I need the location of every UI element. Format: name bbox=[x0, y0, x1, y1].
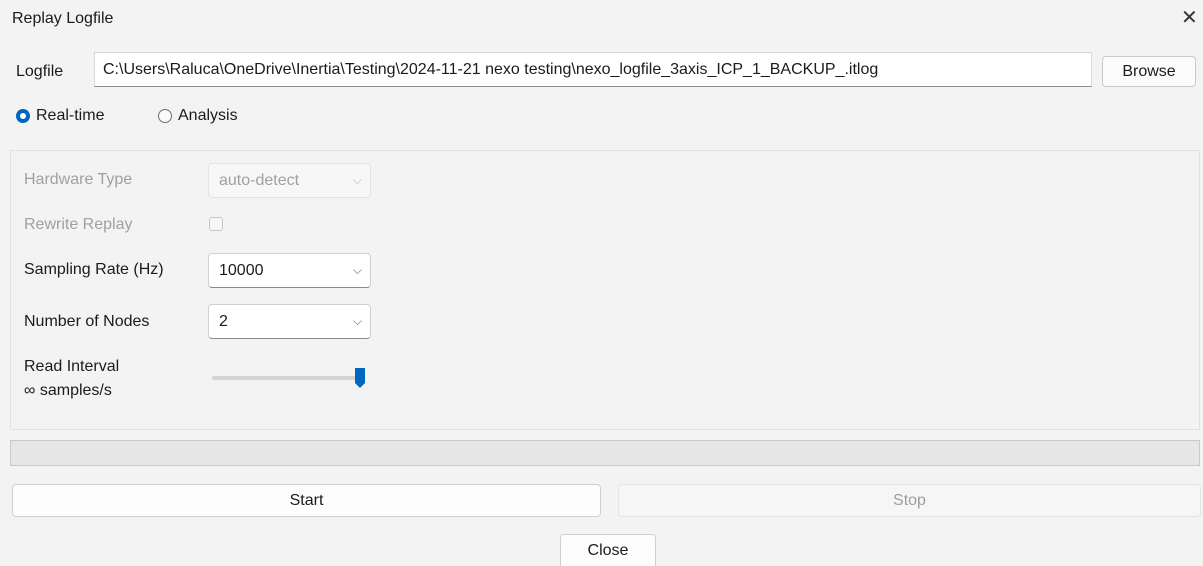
hardware-type-label: Hardware Type bbox=[24, 171, 133, 188]
radio-selected-icon bbox=[16, 109, 30, 123]
browse-button[interactable]: Browse bbox=[1102, 56, 1196, 87]
read-interval-label: Read Interval bbox=[24, 358, 120, 375]
radio-analysis-label: Analysis bbox=[178, 107, 238, 124]
read-interval-slider-track[interactable] bbox=[212, 376, 364, 380]
rewrite-replay-label: Rewrite Replay bbox=[24, 216, 133, 233]
sampling-rate-select[interactable]: 10000 ⌵ bbox=[208, 253, 371, 288]
close-button[interactable]: Close bbox=[560, 534, 656, 566]
chevron-down-icon: ⌵ bbox=[352, 173, 362, 187]
read-interval-value: ∞ samples/s bbox=[24, 382, 112, 399]
radio-analysis[interactable]: Analysis bbox=[158, 107, 238, 125]
number-of-nodes-label: Number of Nodes bbox=[24, 313, 150, 330]
start-button[interactable]: Start bbox=[12, 484, 601, 517]
radio-real-time-label: Real-time bbox=[36, 107, 105, 124]
rewrite-replay-checkbox[interactable] bbox=[209, 217, 223, 231]
logfile-label: Logfile bbox=[16, 63, 64, 80]
hardware-type-select[interactable]: auto-detect ⌵ bbox=[208, 163, 371, 198]
hardware-type-value: auto-detect bbox=[219, 172, 300, 189]
chevron-down-icon: ⌵ bbox=[352, 314, 362, 328]
sampling-rate-label: Sampling Rate (Hz) bbox=[24, 261, 164, 278]
read-interval-slider-thumb[interactable] bbox=[354, 367, 366, 389]
settings-panel bbox=[10, 150, 1200, 430]
sampling-rate-value: 10000 bbox=[219, 262, 264, 279]
progress-bar bbox=[10, 440, 1200, 466]
radio-real-time[interactable]: Real-time bbox=[16, 107, 104, 125]
radio-unselected-icon bbox=[158, 109, 172, 123]
close-icon[interactable]: ✕ bbox=[1181, 8, 1198, 28]
chevron-down-icon: ⌵ bbox=[352, 263, 362, 277]
number-of-nodes-select[interactable]: 2 ⌵ bbox=[208, 304, 371, 339]
stop-button[interactable]: Stop bbox=[618, 484, 1201, 517]
number-of-nodes-value: 2 bbox=[219, 313, 228, 330]
window-title: Replay Logfile bbox=[12, 10, 114, 27]
logfile-path-input[interactable] bbox=[94, 52, 1092, 87]
